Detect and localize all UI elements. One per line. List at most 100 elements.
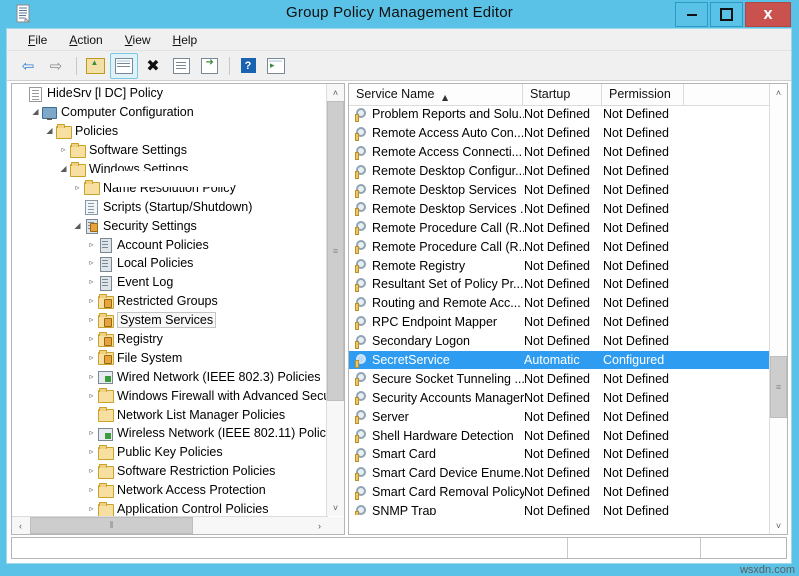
service-row[interactable]: Remote Access Auto Con...Not DefinedNot … (349, 124, 770, 143)
tree-node-software-settings[interactable]: ▹Software Settings (12, 141, 328, 160)
tree-scroll-down-arrow[interactable]: ˅ (327, 499, 344, 516)
tree-node-wireless-network-ieee-802-11-policie[interactable]: ▹Wireless Network (IEEE 802.11) Policie (12, 424, 328, 443)
tree-node-security-settings[interactable]: ◢Security Settings (12, 216, 328, 235)
service-row[interactable]: Security Accounts ManagerNot DefinedNot … (349, 388, 770, 407)
service-row[interactable]: Secure Socket Tunneling ...Not DefinedNo… (349, 369, 770, 388)
service-row[interactable]: Remote Access Connecti...Not DefinedNot … (349, 143, 770, 162)
expanded-chevron-icon[interactable]: ◢ (72, 222, 83, 230)
expanded-chevron-icon[interactable]: ◢ (30, 108, 41, 116)
service-row[interactable]: Routing and Remote Acc...Not DefinedNot … (349, 294, 770, 313)
service-row[interactable]: SecretServiceAutomaticConfigured (349, 351, 770, 370)
service-row[interactable]: SNMP TrapNot DefinedNot Defined (349, 502, 770, 515)
collapsed-chevron-icon[interactable]: ▹ (72, 184, 83, 192)
service-row[interactable]: Smart Card Removal PolicyNot DefinedNot … (349, 483, 770, 502)
collapsed-chevron-icon[interactable]: ▹ (86, 373, 97, 381)
collapsed-chevron-icon[interactable]: ▹ (86, 354, 97, 362)
title-bar[interactable]: Group Policy Management Editor X (0, 0, 799, 28)
console-tree[interactable]: HideSrv [l DC] Policy◢Computer Configura… (12, 84, 328, 534)
tree-node-scripts-startup-shutdown[interactable]: Scripts (Startup/Shutdown) (12, 197, 328, 216)
tree-node-wired-network-ieee-802-3-policies[interactable]: ▹Wired Network (IEEE 802.3) Policies (12, 367, 328, 386)
service-row[interactable]: Remote Desktop Configur...Not DefinedNot… (349, 162, 770, 181)
view-button[interactable] (263, 54, 289, 78)
back-button[interactable]: ⇦ (15, 54, 41, 78)
collapsed-chevron-icon[interactable]: ▹ (86, 392, 97, 400)
tree-scroll-left-arrow[interactable]: ‹ (12, 517, 29, 534)
list-scroll-up-arrow[interactable]: ˄ (770, 84, 787, 101)
column-header-permission[interactable]: Permission (602, 84, 684, 105)
collapsed-chevron-icon[interactable]: ▹ (86, 316, 97, 324)
collapsed-chevron-icon[interactable]: ▹ (86, 448, 97, 456)
menu-file[interactable]: File (17, 31, 58, 49)
expanded-chevron-icon[interactable]: ◢ (44, 127, 55, 135)
tree-node-network-list-manager-policies[interactable]: Network List Manager Policies (12, 405, 328, 424)
service-list-pane[interactable]: Service Name ▲ Startup Permission Proble… (348, 83, 788, 535)
tree-node-system-services[interactable]: ▹ System Services (12, 311, 328, 330)
service-row[interactable]: ServerNot DefinedNot Defined (349, 407, 770, 426)
tree-node-file-system[interactable]: ▹File System (12, 348, 328, 367)
column-header-service-name[interactable]: Service Name ▲ (349, 84, 523, 105)
tree-node-computer-configuration[interactable]: ◢Computer Configuration (12, 103, 328, 122)
service-list-body[interactable]: Problem Reports and Solu...Not DefinedNo… (349, 105, 770, 515)
collapsed-chevron-icon[interactable]: ▹ (86, 278, 97, 286)
export-list-button[interactable] (196, 54, 222, 78)
collapsed-chevron-icon[interactable]: ▹ (58, 146, 69, 154)
menu-help[interactable]: Help (162, 31, 209, 49)
service-row[interactable]: Remote Desktop Services ...Not DefinedNo… (349, 199, 770, 218)
collapsed-chevron-icon[interactable]: ▹ (86, 297, 97, 305)
tree-scroll-thumb[interactable]: ≡ (327, 101, 344, 401)
tree-node-software-restriction-policies[interactable]: ▹Software Restriction Policies (12, 462, 328, 481)
collapsed-chevron-icon[interactable]: ▹ (86, 467, 97, 475)
help-button[interactable]: ? (235, 54, 261, 78)
service-row[interactable]: Remote Procedure Call (R...Not DefinedNo… (349, 218, 770, 237)
tree-horizontal-scrollbar[interactable]: ‹ ⦀ › (12, 516, 328, 534)
console-tree-pane[interactable]: HideSrv [l DC] Policy◢Computer Configura… (11, 83, 345, 535)
tree-node-restricted-groups[interactable]: ▹Restricted Groups (12, 292, 328, 311)
service-row[interactable]: Smart Card Device Enume...Not DefinedNot… (349, 464, 770, 483)
collapsed-chevron-icon[interactable]: ▹ (86, 429, 97, 437)
minimize-button[interactable] (675, 2, 708, 27)
service-row[interactable]: Problem Reports and Solu...Not DefinedNo… (349, 105, 770, 124)
service-row[interactable]: RPC Endpoint MapperNot DefinedNot Define… (349, 313, 770, 332)
menu-action[interactable]: Action (58, 31, 113, 49)
delete-button[interactable]: ✖ (140, 54, 166, 78)
tree-node-event-log[interactable]: ▹Event Log (12, 273, 328, 292)
tree-node-local-policies[interactable]: ▹Local Policies (12, 254, 328, 273)
tree-node-network-access-protection[interactable]: ▹Network Access Protection (12, 481, 328, 500)
list-scroll-down-arrow[interactable]: ˅ (770, 517, 787, 534)
close-button[interactable]: X (745, 2, 791, 27)
tree-node-label: System Services (117, 312, 216, 328)
service-row[interactable]: Smart CardNot DefinedNot Defined (349, 445, 770, 464)
tree-vertical-scrollbar[interactable]: ˄ ≡ ˅ (326, 84, 344, 516)
collapsed-chevron-icon[interactable]: ▹ (86, 505, 97, 513)
tree-scroll-up-arrow[interactable]: ˄ (327, 84, 344, 101)
list-vertical-scrollbar[interactable]: ˄ ≡ ˅ (769, 84, 787, 534)
tree-node-registry[interactable]: ▹Registry (12, 330, 328, 349)
tree-scroll-right-arrow[interactable]: › (311, 517, 328, 534)
service-row[interactable]: Resultant Set of Policy Pr...Not Defined… (349, 275, 770, 294)
tree-node-windows-firewall-with-advanced-secu[interactable]: ▹Windows Firewall with Advanced Secu (12, 386, 328, 405)
expanded-chevron-icon[interactable]: ◢ (58, 165, 69, 173)
tree-hscroll-thumb[interactable]: ⦀ (30, 517, 193, 534)
tree-node-policies[interactable]: ◢Policies (12, 122, 328, 141)
collapsed-chevron-icon[interactable]: ▹ (86, 335, 97, 343)
menu-view[interactable]: View (114, 31, 162, 49)
column-header-startup[interactable]: Startup (523, 84, 602, 105)
tree-node-account-policies[interactable]: ▹Account Policies (12, 235, 328, 254)
tree-node-public-key-policies[interactable]: ▹Public Key Policies (12, 443, 328, 462)
forward-button[interactable]: ⇨ (43, 54, 69, 78)
service-row[interactable]: Shell Hardware DetectionNot DefinedNot D… (349, 426, 770, 445)
service-name-cell: SNMP Trap (372, 504, 524, 515)
properties-button[interactable] (168, 54, 194, 78)
service-row[interactable]: Remote Desktop ServicesNot DefinedNot De… (349, 181, 770, 200)
service-row[interactable]: Remote RegistryNot DefinedNot Defined (349, 256, 770, 275)
service-row[interactable]: Secondary LogonNot DefinedNot Defined (349, 332, 770, 351)
collapsed-chevron-icon[interactable]: ▹ (86, 241, 97, 249)
tree-node-hidesrv-l-dc-policy[interactable]: HideSrv [l DC] Policy (12, 84, 328, 103)
maximize-button[interactable] (710, 2, 743, 27)
collapsed-chevron-icon[interactable]: ▹ (86, 486, 97, 494)
show-hide-console-tree-button[interactable] (110, 53, 138, 79)
list-scroll-thumb[interactable]: ≡ (770, 356, 787, 418)
up-one-level-button[interactable] (82, 54, 108, 78)
collapsed-chevron-icon[interactable]: ▹ (86, 259, 97, 267)
service-row[interactable]: Remote Procedure Call (R...Not DefinedNo… (349, 237, 770, 256)
